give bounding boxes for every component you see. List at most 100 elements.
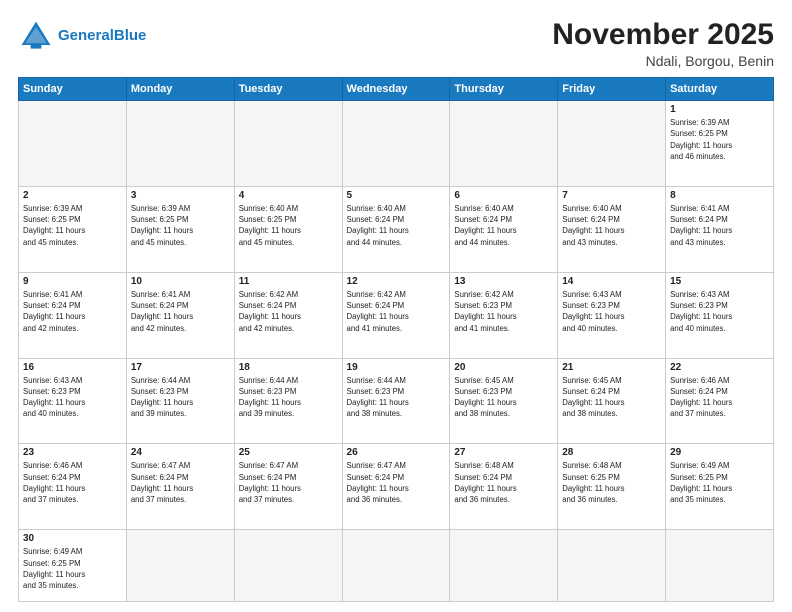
day-info: Sunrise: 6:40 AM Sunset: 6:25 PM Dayligh… — [239, 203, 338, 248]
day-number: 22 — [670, 362, 769, 373]
day-number: 17 — [131, 362, 230, 373]
col-header-monday: Monday — [126, 78, 234, 101]
day-number: 4 — [239, 190, 338, 201]
day-info: Sunrise: 6:43 AM Sunset: 6:23 PM Dayligh… — [670, 289, 769, 334]
day-info: Sunrise: 6:40 AM Sunset: 6:24 PM Dayligh… — [347, 203, 446, 248]
calendar-cell — [234, 101, 342, 187]
calendar-cell: 16Sunrise: 6:43 AM Sunset: 6:23 PM Dayli… — [19, 358, 127, 444]
logo-icon — [18, 18, 54, 54]
calendar-cell — [666, 530, 774, 602]
logo-text: GeneralBlue — [58, 28, 146, 45]
calendar-cell — [558, 530, 666, 602]
logo-blue: Blue — [114, 27, 147, 44]
calendar-cell: 11Sunrise: 6:42 AM Sunset: 6:24 PM Dayli… — [234, 272, 342, 358]
day-info: Sunrise: 6:44 AM Sunset: 6:23 PM Dayligh… — [131, 375, 230, 420]
day-info: Sunrise: 6:41 AM Sunset: 6:24 PM Dayligh… — [131, 289, 230, 334]
calendar-cell: 5 Sunrise: 6:40 AM Sunset: 6:24 PM Daylig… — [342, 186, 450, 272]
day-number: 2 — [23, 190, 122, 201]
calendar-table: SundayMondayTuesdayWednesdayThursdayFrid… — [18, 77, 774, 602]
calendar-header-row: SundayMondayTuesdayWednesdayThursdayFrid… — [19, 78, 774, 101]
col-header-wednesday: Wednesday — [342, 78, 450, 101]
col-header-saturday: Saturday — [666, 78, 774, 101]
calendar-cell — [342, 530, 450, 602]
day-info: Sunrise: 6:48 AM Sunset: 6:25 PM Dayligh… — [562, 460, 661, 505]
calendar-cell: 24 Sunrise: 6:47 AM Sunset: 6:24 PM Dayli… — [126, 444, 234, 530]
day-info: Sunrise: 6:47 AM Sunset: 6:24 PM Dayligh… — [347, 460, 446, 505]
calendar-cell: 7 Sunrise: 6:40 AM Sunset: 6:24 PM Daylig… — [558, 186, 666, 272]
header: GeneralBlue November 2025 Ndali, Borgou,… — [18, 18, 774, 69]
day-info: Sunrise: 6:44 AM Sunset: 6:23 PM Dayligh… — [347, 375, 446, 420]
calendar-cell — [558, 101, 666, 187]
day-number: 25 — [239, 447, 338, 458]
calendar-cell: 18 Sunrise: 6:44 AM Sunset: 6:23 PM Dayli… — [234, 358, 342, 444]
day-number: 8 — [670, 190, 769, 201]
col-header-sunday: Sunday — [19, 78, 127, 101]
calendar-cell: 23 Sunrise: 6:46 AM Sunset: 6:24 PM Dayli… — [19, 444, 127, 530]
calendar-cell: 4 Sunrise: 6:40 AM Sunset: 6:25 PM Daylig… — [234, 186, 342, 272]
day-number: 28 — [562, 447, 661, 458]
day-number: 29 — [670, 447, 769, 458]
calendar-cell: 26 Sunrise: 6:47 AM Sunset: 6:24 PM Dayli… — [342, 444, 450, 530]
day-info: Sunrise: 6:46 AM Sunset: 6:24 PM Dayligh… — [23, 460, 122, 505]
day-number: 1 — [670, 104, 769, 115]
calendar-cell: 10 Sunrise: 6:41 AM Sunset: 6:24 PM Dayli… — [126, 272, 234, 358]
calendar-cell: 9Sunrise: 6:41 AM Sunset: 6:24 PM Daylig… — [19, 272, 127, 358]
day-info: Sunrise: 6:48 AM Sunset: 6:24 PM Dayligh… — [454, 460, 553, 505]
day-number: 18 — [239, 362, 338, 373]
calendar-week-row: 23 Sunrise: 6:46 AM Sunset: 6:24 PM Dayli… — [19, 444, 774, 530]
day-info: Sunrise: 6:49 AM Sunset: 6:25 PM Dayligh… — [23, 546, 122, 591]
calendar-cell: 15 Sunrise: 6:43 AM Sunset: 6:23 PM Dayli… — [666, 272, 774, 358]
calendar-cell: 8 Sunrise: 6:41 AM Sunset: 6:24 PM Daylig… — [666, 186, 774, 272]
calendar-cell — [19, 101, 127, 187]
day-info: Sunrise: 6:45 AM Sunset: 6:24 PM Dayligh… — [562, 375, 661, 420]
day-number: 5 — [347, 190, 446, 201]
col-header-thursday: Thursday — [450, 78, 558, 101]
day-info: Sunrise: 6:46 AM Sunset: 6:24 PM Dayligh… — [670, 375, 769, 420]
calendar-cell — [126, 530, 234, 602]
calendar-cell: 25Sunrise: 6:47 AM Sunset: 6:24 PM Dayli… — [234, 444, 342, 530]
calendar-week-row: 30Sunrise: 6:49 AM Sunset: 6:25 PM Dayli… — [19, 530, 774, 602]
day-info: Sunrise: 6:43 AM Sunset: 6:23 PM Dayligh… — [23, 375, 122, 420]
calendar-cell: 30Sunrise: 6:49 AM Sunset: 6:25 PM Dayli… — [19, 530, 127, 602]
day-number: 23 — [23, 447, 122, 458]
day-number: 12 — [347, 276, 446, 287]
calendar-cell: 27 Sunrise: 6:48 AM Sunset: 6:24 PM Dayli… — [450, 444, 558, 530]
logo: GeneralBlue — [18, 18, 146, 54]
calendar-week-row: 16Sunrise: 6:43 AM Sunset: 6:23 PM Dayli… — [19, 358, 774, 444]
calendar-cell: 21Sunrise: 6:45 AM Sunset: 6:24 PM Dayli… — [558, 358, 666, 444]
day-info: Sunrise: 6:43 AM Sunset: 6:23 PM Dayligh… — [562, 289, 661, 334]
day-info: Sunrise: 6:39 AM Sunset: 6:25 PM Dayligh… — [131, 203, 230, 248]
day-number: 15 — [670, 276, 769, 287]
day-number: 11 — [239, 276, 338, 287]
calendar-cell: 29Sunrise: 6:49 AM Sunset: 6:25 PM Dayli… — [666, 444, 774, 530]
day-number: 7 — [562, 190, 661, 201]
col-header-tuesday: Tuesday — [234, 78, 342, 101]
day-info: Sunrise: 6:45 AM Sunset: 6:23 PM Dayligh… — [454, 375, 553, 420]
day-number: 10 — [131, 276, 230, 287]
day-info: Sunrise: 6:42 AM Sunset: 6:24 PM Dayligh… — [347, 289, 446, 334]
calendar-cell — [126, 101, 234, 187]
day-info: Sunrise: 6:44 AM Sunset: 6:23 PM Dayligh… — [239, 375, 338, 420]
day-info: Sunrise: 6:41 AM Sunset: 6:24 PM Dayligh… — [670, 203, 769, 248]
day-number: 27 — [454, 447, 553, 458]
day-number: 20 — [454, 362, 553, 373]
calendar-cell: 14 Sunrise: 6:43 AM Sunset: 6:23 PM Dayli… — [558, 272, 666, 358]
day-number: 26 — [347, 447, 446, 458]
day-info: Sunrise: 6:39 AM Sunset: 6:25 PM Dayligh… — [670, 117, 769, 162]
calendar-cell: 20 Sunrise: 6:45 AM Sunset: 6:23 PM Dayli… — [450, 358, 558, 444]
logo-general: General — [58, 27, 114, 44]
day-info: Sunrise: 6:40 AM Sunset: 6:24 PM Dayligh… — [562, 203, 661, 248]
calendar-cell: 22 Sunrise: 6:46 AM Sunset: 6:24 PM Dayli… — [666, 358, 774, 444]
calendar-cell: 1 Sunrise: 6:39 AM Sunset: 6:25 PM Daylig… — [666, 101, 774, 187]
day-number: 19 — [347, 362, 446, 373]
calendar-cell — [342, 101, 450, 187]
day-number: 24 — [131, 447, 230, 458]
calendar-cell: 6Sunrise: 6:40 AM Sunset: 6:24 PM Daylig… — [450, 186, 558, 272]
day-info: Sunrise: 6:47 AM Sunset: 6:24 PM Dayligh… — [131, 460, 230, 505]
calendar-cell: 28 Sunrise: 6:48 AM Sunset: 6:25 PM Dayli… — [558, 444, 666, 530]
day-number: 14 — [562, 276, 661, 287]
calendar-cell — [234, 530, 342, 602]
title-block: November 2025 Ndali, Borgou, Benin — [552, 18, 774, 69]
calendar-cell: 12 Sunrise: 6:42 AM Sunset: 6:24 PM Dayli… — [342, 272, 450, 358]
calendar-week-row: 2 Sunrise: 6:39 AM Sunset: 6:25 PM Daylig… — [19, 186, 774, 272]
